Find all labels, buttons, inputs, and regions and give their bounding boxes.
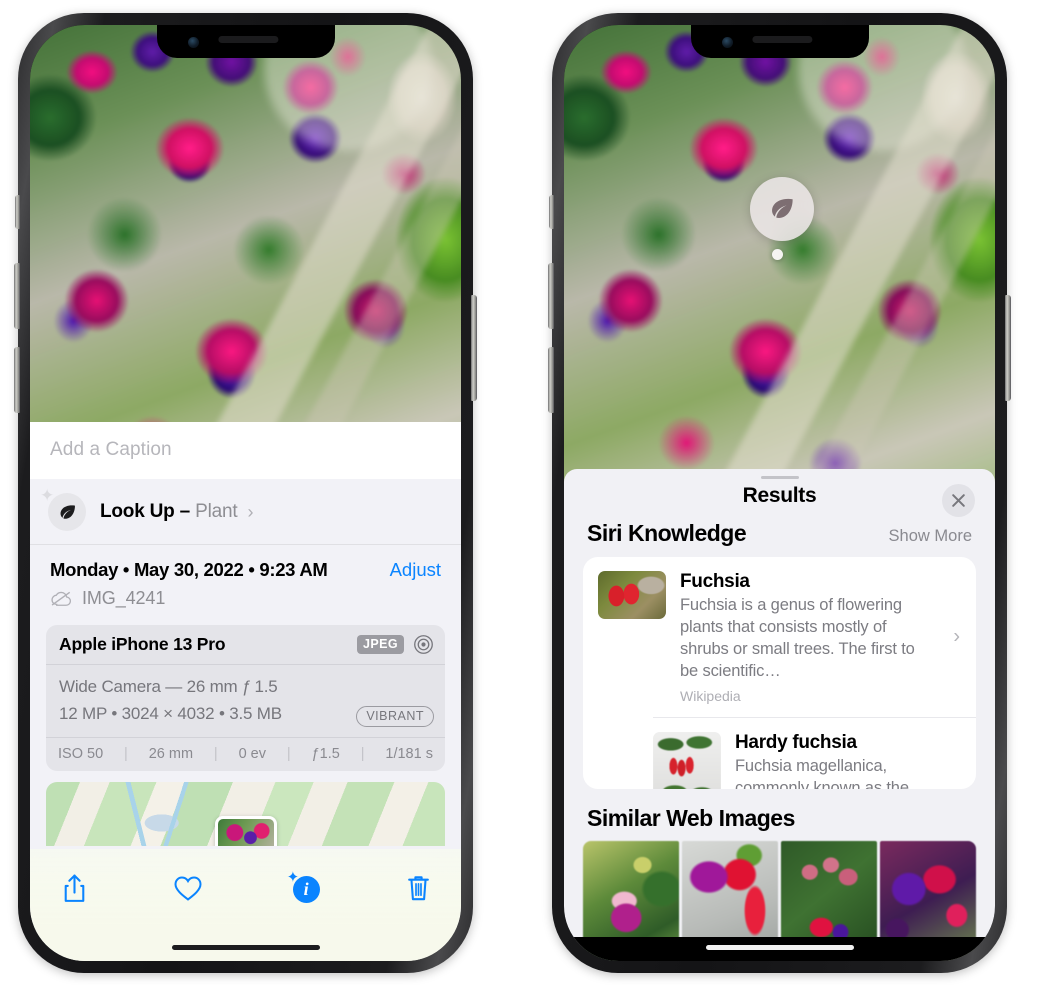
caption-input[interactable]: Add a Caption (30, 422, 461, 480)
knowledge-source: Wikipedia (680, 687, 741, 704)
look-up-title: Look Up (100, 501, 175, 523)
photo-viewer[interactable] (564, 25, 995, 495)
section-title: Similar Web Images (587, 805, 795, 831)
power-button[interactable] (471, 295, 477, 401)
fuchsia-flowers-photo (564, 25, 995, 495)
front-camera (187, 37, 199, 48)
siri-knowledge-header: Siri Knowledge Show More (564, 512, 995, 557)
screenshot-stage: Add a Caption ✦ Look Up – Plant › Monday… (0, 0, 1055, 985)
icloud-slash-icon (51, 592, 72, 607)
exif-row: ISO 50 | 26 mm | 0 ev | ƒ1.5 | 1/181 s (46, 738, 445, 771)
earpiece-speaker (751, 36, 812, 43)
camera-info-card[interactable]: Apple iPhone 13 Pro JPEG Wide Camera — 2… (46, 625, 445, 771)
iphone-right-visual-lookup-results: Results Siri Knowledge Show More Fuchsia… (548, 13, 1011, 973)
volume-up-button[interactable] (14, 263, 20, 329)
iphone-left-photos-detail: Add a Caption ✦ Look Up – Plant › Monday… (14, 13, 477, 973)
photo-info-panel: Add a Caption ✦ Look Up – Plant › Monday… (30, 422, 461, 961)
knowledge-title: Hardy fuchsia (735, 731, 857, 753)
look-up-subject: Plant (195, 501, 238, 523)
notch (156, 25, 335, 58)
sparkle-icon: ✦ (40, 486, 55, 506)
sheet-title: Results (742, 483, 817, 507)
toolbar-safe-area (30, 927, 461, 961)
exif-aperture: ƒ1.5 (311, 746, 340, 762)
chevron-right-icon: › (953, 625, 960, 648)
silent-switch[interactable] (549, 195, 554, 229)
chevron-right-icon: › (247, 501, 254, 522)
location-map-card[interactable] (46, 782, 445, 846)
trash-icon[interactable] (406, 874, 431, 903)
results-sheet: Results Siri Knowledge Show More Fuchsia… (564, 469, 995, 961)
screen-left: Add a Caption ✦ Look Up – Plant › Monday… (30, 25, 461, 961)
camera-device-name: Apple iPhone 13 Pro (59, 634, 226, 655)
power-button[interactable] (1005, 295, 1011, 401)
info-sparkle-icon[interactable]: ✦ i (287, 870, 320, 903)
home-indicator[interactable] (705, 945, 854, 950)
siri-knowledge-card: Fuchsia Fuchsia is a genus of flowering … (583, 556, 976, 789)
show-more-button[interactable]: Show More (889, 527, 972, 546)
knowledge-description: Fuchsia magellanica, commonly known as t… (735, 756, 909, 789)
exif-focal: 26 mm (148, 746, 194, 762)
exif-ev: 0 ev (238, 746, 267, 762)
volume-down-button[interactable] (14, 347, 20, 413)
earpiece-speaker (217, 36, 278, 43)
similar-web-images-header: Similar Web Images (564, 789, 995, 841)
leaf-icon (772, 198, 793, 218)
hardy-fuchsia-thumbnail (653, 731, 721, 789)
divider: | (124, 746, 128, 762)
front-camera (721, 37, 733, 48)
divider: | (213, 746, 218, 762)
volume-down-button[interactable] (548, 347, 554, 413)
fuchsia-thumbnail (598, 570, 666, 619)
capture-date: Monday • May 30, 2022 • 9:23 AM (50, 559, 328, 581)
look-up-row[interactable]: ✦ Look Up – Plant › (30, 479, 461, 546)
photographic-style-badge: VIBRANT (356, 706, 434, 727)
heart-icon[interactable] (173, 875, 203, 902)
divider: | (286, 746, 291, 762)
exif-iso: ISO 50 (58, 746, 104, 762)
volume-up-button[interactable] (548, 263, 554, 329)
knowledge-description: Fuchsia is a genus of flowering plants t… (680, 595, 915, 680)
adjust-button[interactable]: Adjust (390, 559, 441, 581)
photo-toolbar: ✦ i (30, 849, 461, 927)
knowledge-item-hardy-fuchsia[interactable]: Hardy fuchsia Fuchsia magellanica, commo… (653, 716, 976, 789)
info-glyph: i (292, 876, 320, 903)
aperture-icon (414, 635, 433, 655)
screen-right: Results Siri Knowledge Show More Fuchsia… (564, 25, 995, 961)
notch (690, 25, 869, 58)
format-badge: JPEG (357, 635, 404, 655)
visual-look-up-anchor-dot (772, 249, 783, 260)
home-indicator[interactable] (171, 945, 320, 950)
knowledge-item-fuchsia[interactable]: Fuchsia Fuchsia is a genus of flowering … (583, 557, 976, 717)
look-up-label: Look Up – Plant (100, 501, 238, 523)
photo-location-pin (214, 816, 277, 846)
lens-info: Wide Camera — 26 mm ƒ 1.5 (59, 677, 278, 697)
share-icon[interactable] (62, 873, 87, 904)
look-up-dash: – (174, 501, 196, 523)
divider: | (360, 746, 365, 762)
exif-shutter: 1/181 s (385, 746, 433, 762)
metadata-block: Monday • May 30, 2022 • 9:23 AM Adjust I… (30, 545, 461, 619)
section-title: Siri Knowledge (587, 519, 747, 546)
knowledge-title: Fuchsia (680, 570, 750, 592)
silent-switch[interactable] (15, 195, 20, 229)
filename: IMG_4241 (82, 588, 166, 609)
leaf-icon: ✦ (40, 487, 86, 532)
visual-look-up-badge[interactable] (750, 177, 814, 241)
